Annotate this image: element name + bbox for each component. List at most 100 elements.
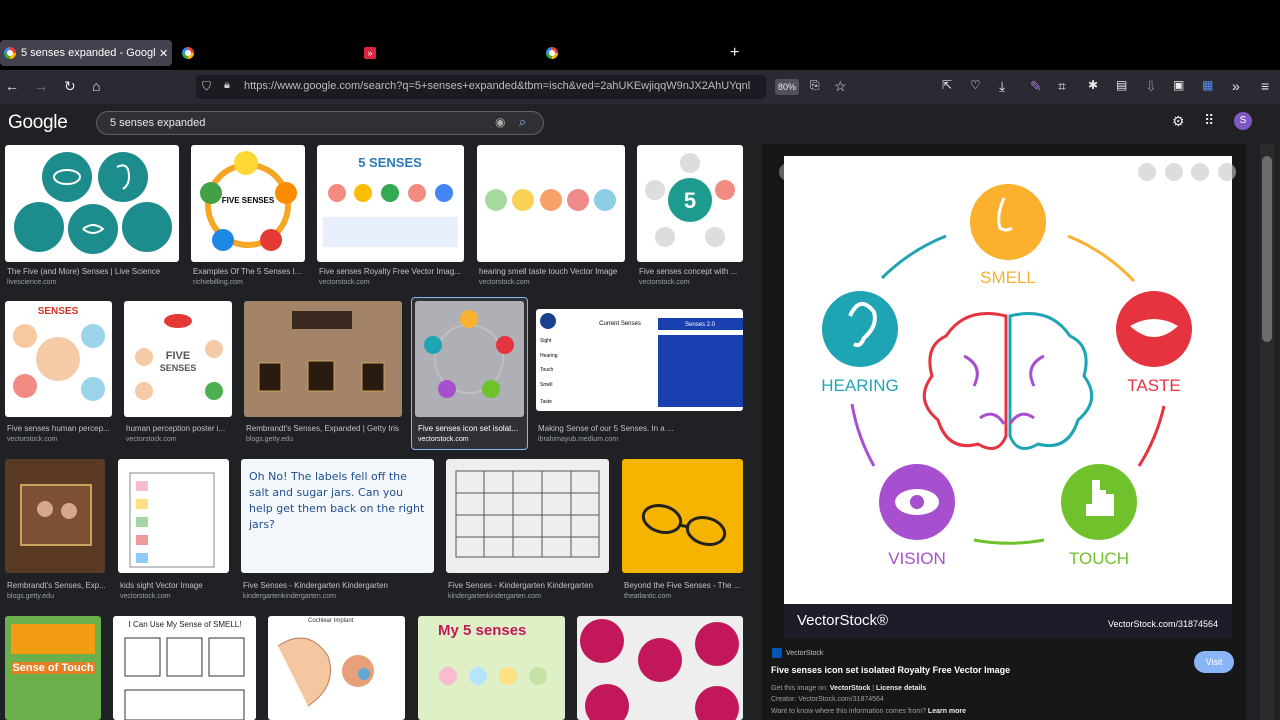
senses-chart-image <box>439 667 547 685</box>
zoom-level-badge[interactable]: 80% <box>775 79 799 95</box>
close-tab-icon[interactable]: ✕ <box>159 47 168 60</box>
result-thumb-6[interactable]: SENSES <box>5 301 112 417</box>
result-thumb-9[interactable] <box>415 301 524 417</box>
save-icon[interactable]: ⇩ <box>1145 78 1157 95</box>
bookmark-star-icon[interactable]: ☆ <box>834 78 847 95</box>
scrollbar-thumb[interactable] <box>1262 156 1272 342</box>
reader-icon[interactable]: ▤ <box>1116 78 1127 92</box>
result-title[interactable]: Rembrandt's Senses, Exp... <box>7 581 105 590</box>
tab-3[interactable]: » <box>364 40 376 66</box>
crop-icon[interactable]: ⌗ <box>1058 78 1066 95</box>
result-thumb-3[interactable]: 5 SENSES <box>317 145 464 262</box>
extensions-icon[interactable]: ⇱ <box>942 78 952 92</box>
preview-image[interactable]: SMELL HEARING TASTE VISION TOUCH <box>784 156 1232 604</box>
result-thumb-12[interactable] <box>118 459 229 573</box>
pocket-icon[interactable]: ♡ <box>970 78 981 92</box>
result-title[interactable]: Rembrandt's Senses, Expanded | Getty Iri… <box>246 424 402 433</box>
new-tab-button[interactable]: + <box>730 44 739 62</box>
visit-button[interactable]: Visit <box>1194 651 1234 673</box>
result-thumb-8[interactable] <box>244 301 402 417</box>
menu-icon[interactable]: ≡ <box>1261 78 1269 94</box>
senses-vector-image: 5 SENSES <box>323 155 458 247</box>
result-title[interactable]: kids sight Vector Image <box>120 581 229 590</box>
forward-icon[interactable]: → <box>34 78 48 94</box>
url-bar[interactable]: ⛉ 🔒︎ https://www.google.com/search?q=5+s… <box>196 75 766 99</box>
translate-ext-icon[interactable]: ▦ <box>1202 78 1213 92</box>
translate-icon[interactable]: ⎘ <box>810 78 820 93</box>
result-title[interactable]: human perception poster i... <box>126 424 232 433</box>
result-title[interactable]: Five senses Royalty Free Vector Imag... <box>319 267 464 276</box>
url-text[interactable]: https://www.google.com/search?q=5+senses… <box>244 80 764 92</box>
license-details-link[interactable]: License details <box>876 685 926 692</box>
oh-no-text: Oh No! The labels fell off the salt and … <box>249 470 425 531</box>
result-title[interactable]: Five senses icon set isolat... <box>418 424 522 433</box>
previous-icon[interactable] <box>1191 163 1209 181</box>
overflow-icon[interactable]: » <box>1232 78 1240 94</box>
result-title[interactable]: Five Senses - Kindergarten Kindergarten <box>243 581 434 590</box>
result-thumb-10[interactable]: Current Senses Senses 2.0 Sight Hearing … <box>536 309 743 411</box>
result-title[interactable]: Examples Of The 5 Senses I... <box>193 267 305 276</box>
get-image-label: Get this image on: <box>771 685 828 692</box>
more-options-icon[interactable] <box>1165 163 1183 181</box>
result-thumb-20[interactable] <box>577 616 743 720</box>
result-thumb-15[interactable] <box>622 459 743 573</box>
learn-more-link[interactable]: Learn more <box>928 708 966 715</box>
apps-grid-icon[interactable]: ⠿ <box>1204 112 1214 129</box>
search-icon[interactable]: ⌕ <box>519 114 526 130</box>
reload-icon[interactable]: ↻ <box>64 78 76 95</box>
human-perception-image: SENSES <box>13 306 105 401</box>
next-icon[interactable] <box>1218 163 1236 181</box>
search-input[interactable]: 5 senses expanded <box>110 117 205 129</box>
svg-text:Sight: Sight <box>540 338 552 344</box>
lock-icon[interactable]: 🔒︎ <box>224 79 230 92</box>
tab-2[interactable] <box>182 40 194 66</box>
result-title[interactable]: Making Sense of our 5 Senses. In a ... <box>538 424 743 433</box>
result-thumb-4[interactable] <box>477 145 625 262</box>
home-icon[interactable]: ⌂ <box>92 78 100 94</box>
search-box[interactable]: 5 senses expanded ◉ ⌕ <box>96 111 544 135</box>
result-thumb-19[interactable]: My 5 senses <box>418 616 565 720</box>
result-thumb-2[interactable]: FIVE SENSES <box>191 145 305 262</box>
notification-icon[interactable]: ▣ <box>1173 78 1184 92</box>
result-title[interactable]: hearing smell taste touch Vector Image <box>479 267 625 276</box>
lens-icon[interactable] <box>1138 163 1156 181</box>
result-thumb-17[interactable]: I Can Use My Sense of SMELL! <box>113 616 256 720</box>
result-source: vectorstock.com <box>418 436 469 443</box>
preview-site-name[interactable]: VectorStock <box>786 650 823 657</box>
result-thumb-16[interactable]: Sense of Touch <box>5 616 101 720</box>
result-thumb-1[interactable] <box>5 145 179 262</box>
result-thumb-14[interactable] <box>446 459 609 573</box>
result-thumb-13[interactable]: Oh No! The labels fell off the salt and … <box>241 459 434 573</box>
pen-icon[interactable]: ✎ <box>1030 78 1042 95</box>
settings-gear-icon[interactable]: ⚙ <box>1172 113 1185 130</box>
svg-text:Touch: Touch <box>540 367 554 373</box>
result-title[interactable]: Five senses concept with ... <box>639 267 743 276</box>
result-title[interactable]: The Five (and More) Senses | Live Scienc… <box>7 267 179 276</box>
preview-title[interactable]: Five senses icon set isolated Royalty Fr… <box>771 665 1010 675</box>
result-thumb-11[interactable] <box>5 459 105 573</box>
tab-title: 5 senses expanded - Google Se <box>21 47 156 59</box>
download-icon[interactable]: ⤓ <box>999 78 1005 95</box>
separator: | <box>872 685 875 692</box>
result-thumb-18[interactable]: Cochlear Implant <box>268 616 405 720</box>
result-title[interactable]: Beyond the Five Senses - The ... <box>624 581 743 590</box>
avatar[interactable]: S <box>1234 112 1252 130</box>
result-thumb-5[interactable]: 5 <box>637 145 743 262</box>
tab-4[interactable] <box>546 40 558 66</box>
camera-icon[interactable]: ◉ <box>495 115 505 129</box>
google-logo[interactable]: Google <box>8 112 68 134</box>
kids-sight-worksheet-image <box>129 472 215 568</box>
result-source: kindergartenkindergarten.com <box>448 593 541 600</box>
result-source: kindergartenkindergarten.com <box>243 593 336 600</box>
result-thumb-7[interactable]: FIVE SENSES <box>124 301 232 417</box>
shield-icon[interactable]: ⛉ <box>202 79 211 94</box>
senses-text: SENSES <box>38 306 79 317</box>
back-icon[interactable]: ← <box>5 78 19 94</box>
five-senses-diagram: SMELL HEARING TASTE VISION TOUCH <box>821 184 1192 568</box>
senses-table-image: Current Senses Senses 2.0 Sight Hearing … <box>540 313 743 407</box>
tab-google-search[interactable]: 5 senses expanded - Google Se ✕ <box>0 40 172 66</box>
result-title[interactable]: Five Senses - Kindergarten Kindergarten <box>448 581 609 590</box>
get-image-site-link[interactable]: VectorStock <box>830 685 870 692</box>
result-title[interactable]: Five senses human percep... <box>7 424 112 433</box>
addon-icon[interactable]: ✱ <box>1088 78 1098 92</box>
